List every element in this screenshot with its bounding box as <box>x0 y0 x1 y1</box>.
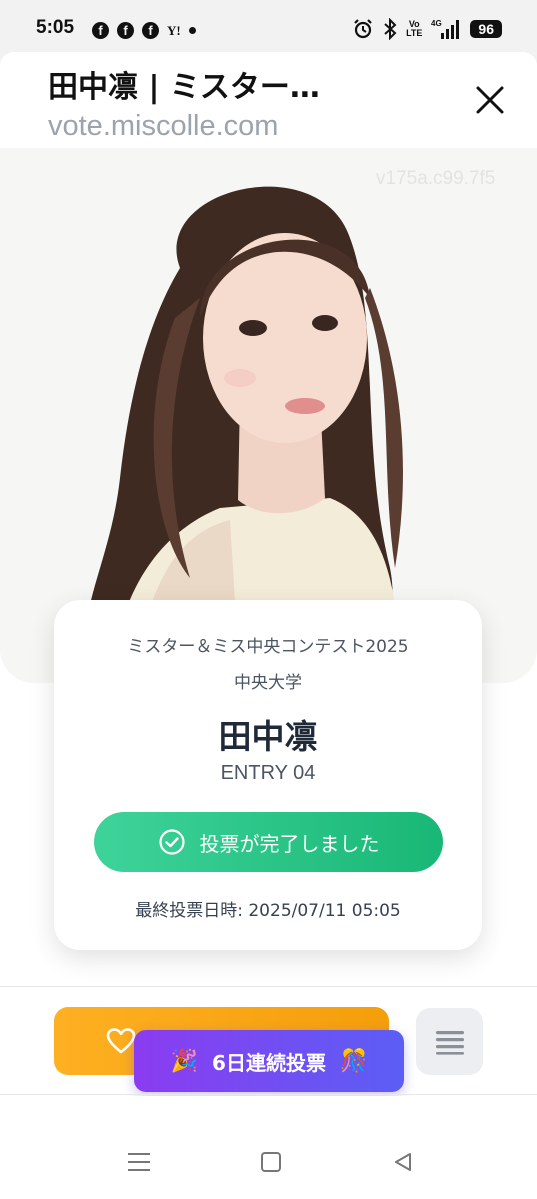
facebook-icon: f <box>142 22 159 39</box>
contest-name: ミスター＆ミス中央コンテスト2025 <box>127 637 409 657</box>
screen: 5:05 f f f Y! Vo LTE 4G 96 田中凛 | ミスター… v… <box>0 0 537 1199</box>
party-popper-icon: 🎉 <box>170 1048 199 1074</box>
system-navigation-bar <box>0 1096 537 1199</box>
university-name: 中央大学 <box>234 673 302 693</box>
divider <box>0 986 537 987</box>
notification-icons: f f f Y! <box>92 22 196 39</box>
page-title: 田中凛 | ミスター… <box>48 70 320 105</box>
recents-icon[interactable] <box>127 1151 151 1173</box>
svg-text:4G: 4G <box>431 19 442 28</box>
last-vote-datetime: 最終投票日時: 2025/07/11 05:05 <box>135 901 401 921</box>
back-icon[interactable] <box>392 1151 414 1173</box>
status-time: 5:05 <box>36 17 75 38</box>
facebook-icon: f <box>117 22 134 39</box>
page-url[interactable]: vote.miscolle.com <box>48 110 278 143</box>
entry-info-card: ミスター＆ミス中央コンテスト2025 中央大学 田中凛 ENTRY 04 投票が… <box>54 600 482 950</box>
heart-icon <box>106 1028 136 1054</box>
bluetooth-icon <box>384 18 397 40</box>
dot-icon <box>188 27 196 34</box>
watermark-text: v175a.c99.7f5 <box>376 168 496 189</box>
check-circle-icon <box>158 829 185 855</box>
home-icon[interactable] <box>260 1151 282 1173</box>
signal-icon: 4G <box>431 19 460 39</box>
facebook-icon: f <box>92 22 109 39</box>
streak-badge: 🎉 6日連続投票 🎊 <box>134 1030 404 1092</box>
streak-label: 6日連続投票 <box>212 1050 326 1075</box>
battery-icon: 96 <box>470 20 502 38</box>
status-bar: 5:05 f f f Y! Vo LTE 4G 96 <box>0 0 537 58</box>
custom-tab-header: 田中凛 | ミスター… vote.miscolle.com <box>0 52 537 148</box>
alarm-icon <box>354 19 372 39</box>
system-icons: Vo LTE 4G 96 <box>352 18 502 40</box>
menu-icon <box>435 1030 464 1055</box>
close-icon[interactable] <box>470 80 510 120</box>
candidate-name: 田中凛 <box>218 717 318 756</box>
yahoo-icon: Y! <box>167 22 181 38</box>
vote-complete-label: 投票が完了しました <box>199 831 380 856</box>
volte-icon: Vo LTE <box>406 19 423 38</box>
vote-complete-button[interactable]: 投票が完了しました <box>94 812 443 872</box>
confetti-ball-icon: 🎊 <box>339 1048 368 1074</box>
page-content: v175a.c99.7f5 v175a.c99.7f5 ミスター＆ミス中央コンテ… <box>0 148 537 1096</box>
divider <box>0 1094 537 1095</box>
entry-number: ENTRY 04 <box>220 762 316 784</box>
menu-button[interactable] <box>416 1008 483 1075</box>
